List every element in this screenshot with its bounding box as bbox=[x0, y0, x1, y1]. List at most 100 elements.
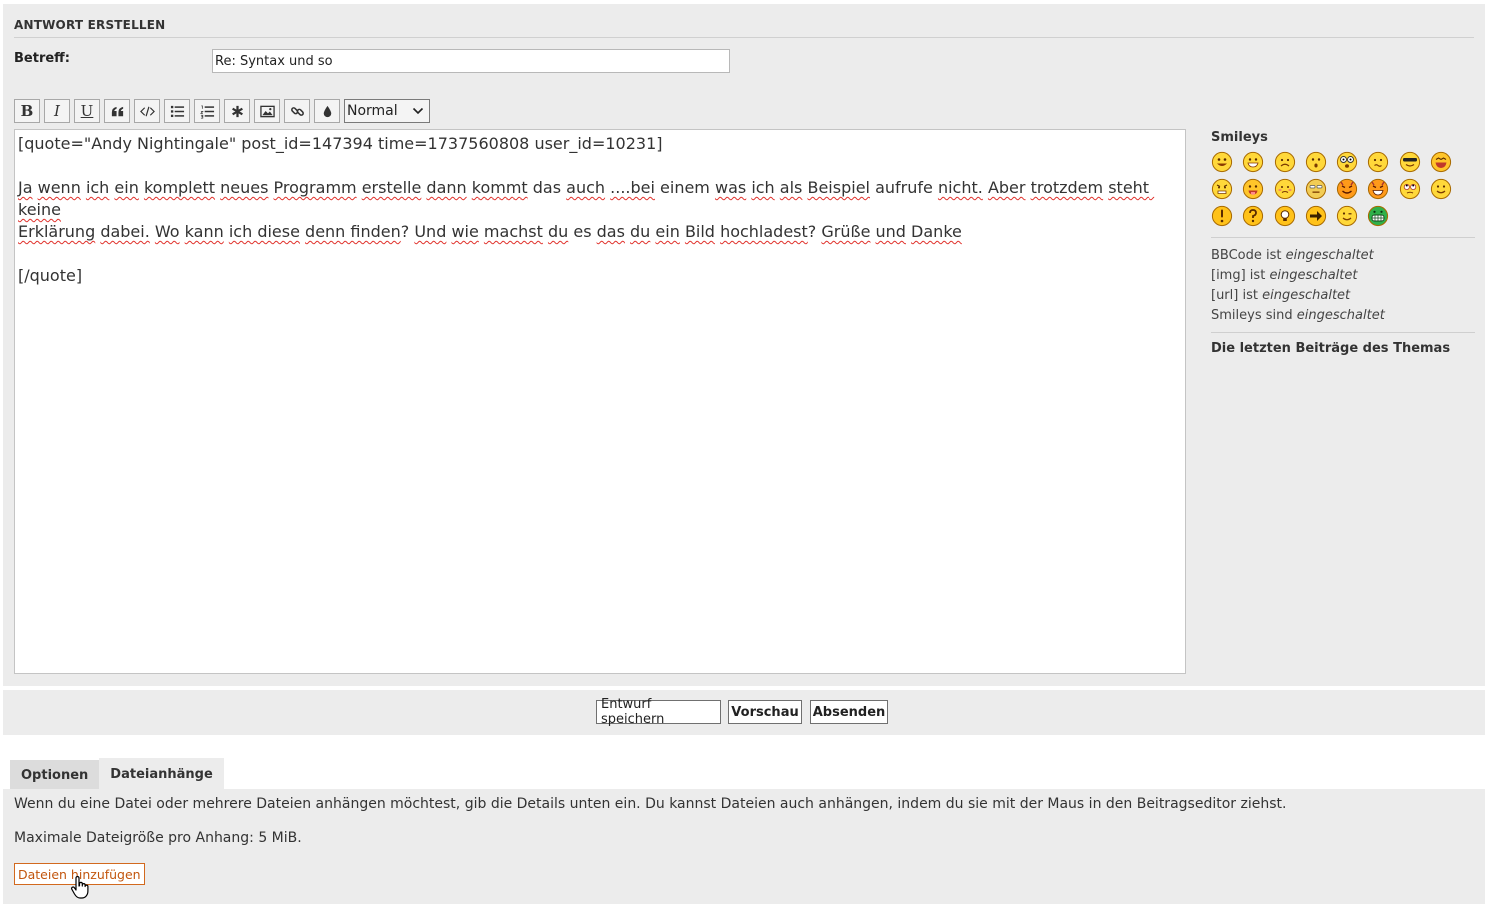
editor-word: ....bei bbox=[610, 178, 655, 197]
smile-wide-smiley-icon[interactable] bbox=[1242, 151, 1264, 173]
editor-word: nicht. bbox=[937, 178, 983, 197]
posting-tabs: Optionen Dateianhänge bbox=[10, 758, 224, 790]
link-button[interactable] bbox=[284, 99, 310, 123]
editor-word: ich bbox=[751, 178, 775, 197]
max-file-size: Maximale Dateigröße pro Anhang: 5 MiB. bbox=[14, 830, 302, 846]
editor-word: kommt bbox=[471, 178, 528, 197]
smiley-grid bbox=[1211, 151, 1475, 227]
question-smiley-icon[interactable] bbox=[1242, 205, 1264, 227]
editor-word: ein bbox=[114, 178, 139, 197]
editor-word: trotzdem bbox=[1030, 178, 1104, 197]
bold-button[interactable]: B bbox=[14, 99, 40, 123]
tab-attachments[interactable]: Dateianhänge bbox=[99, 758, 224, 790]
sidebar-divider bbox=[1211, 332, 1475, 333]
list-item-button[interactable] bbox=[224, 99, 250, 123]
bbcode-status-label: BBCode ist bbox=[1211, 248, 1282, 263]
editor-word: Wo bbox=[154, 222, 180, 241]
message-textarea[interactable]: [quote="Andy Nightingale" post_id=147394… bbox=[14, 129, 1186, 674]
razz-smiley-icon[interactable] bbox=[1242, 178, 1264, 200]
mad-smiley-icon[interactable] bbox=[1211, 178, 1233, 200]
tab-options[interactable]: Optionen bbox=[10, 760, 100, 790]
neutral-smiley-icon[interactable] bbox=[1305, 178, 1327, 200]
bbcode-toolbar: B I U Normal bbox=[14, 99, 430, 125]
editor-word: Aber bbox=[987, 178, 1026, 197]
editor-word: hochladest bbox=[720, 222, 808, 241]
link-icon bbox=[290, 106, 304, 116]
confused-smiley-icon[interactable] bbox=[1367, 151, 1389, 173]
editor-word: und bbox=[875, 222, 906, 241]
underline-icon: U bbox=[80, 102, 94, 120]
font-size-value: Normal bbox=[347, 103, 398, 119]
editor-word: ein bbox=[655, 222, 680, 241]
surprised-smiley-icon[interactable] bbox=[1305, 151, 1327, 173]
bold-icon: B bbox=[20, 102, 34, 120]
bbcode-status-state: eingeschaltet bbox=[1285, 248, 1374, 263]
arrow-smiley-icon[interactable] bbox=[1305, 205, 1327, 227]
twisted-evil-smiley-icon[interactable] bbox=[1367, 178, 1389, 200]
rolling-eyes-smiley-icon[interactable] bbox=[1399, 178, 1421, 200]
exclaim-smiley-icon[interactable] bbox=[1211, 205, 1233, 227]
img-status-label: [img] ist bbox=[1211, 268, 1266, 283]
editor-word: komplett bbox=[143, 178, 216, 197]
sidebar-divider bbox=[1211, 237, 1475, 238]
italic-button[interactable]: I bbox=[44, 99, 70, 123]
hand-cursor-icon bbox=[71, 876, 89, 899]
evil-smiley-icon[interactable] bbox=[1336, 178, 1358, 200]
green-grin-smiley-icon[interactable] bbox=[1367, 205, 1389, 227]
editor-word: dabei. bbox=[100, 222, 150, 241]
quote-icon bbox=[111, 106, 123, 116]
posting-panel: ANTWORT ERSTELLEN Betreff: B I U bbox=[3, 4, 1485, 686]
submit-buttons-bar: Entwurf speichern Vorschau Absenden bbox=[3, 690, 1485, 735]
list-button[interactable] bbox=[164, 99, 190, 123]
quote-button[interactable] bbox=[104, 99, 130, 123]
subject-label: Betreff: bbox=[14, 51, 70, 66]
laughing-smiley-icon[interactable] bbox=[1430, 151, 1452, 173]
recent-posts-link[interactable]: Die letzten Beiträge des Themas bbox=[1211, 341, 1475, 356]
preview-button[interactable]: Vorschau bbox=[728, 700, 802, 724]
color-button[interactable] bbox=[314, 99, 340, 123]
editor-line: [quote="Andy Nightingale" post_id=147394… bbox=[18, 134, 663, 153]
section-title: ANTWORT ERSTELLEN bbox=[14, 18, 166, 32]
editor-word: Programm bbox=[273, 178, 357, 197]
editor-word: Bild bbox=[684, 222, 715, 241]
img-status-state: eingeschaltet bbox=[1269, 268, 1358, 283]
embarrassed-smiley-icon[interactable] bbox=[1274, 178, 1296, 200]
editor-word: Beispiel bbox=[807, 178, 870, 197]
smileys-title: Smileys bbox=[1211, 130, 1268, 145]
color-drop-icon bbox=[323, 105, 331, 117]
cool-smiley-icon[interactable] bbox=[1399, 151, 1421, 173]
bulleted-list-icon bbox=[170, 105, 184, 117]
wink-smiley-icon[interactable] bbox=[1336, 205, 1358, 227]
very-happy-smiley-icon[interactable] bbox=[1211, 151, 1233, 173]
asterisk-icon bbox=[231, 105, 243, 117]
attachments-info: Wenn du eine Datei oder mehrere Dateien … bbox=[14, 796, 1287, 812]
editor-word: kann bbox=[184, 222, 224, 241]
title-divider bbox=[14, 37, 1474, 38]
editor-word: dann bbox=[426, 178, 467, 197]
font-size-select[interactable]: Normal bbox=[344, 99, 430, 123]
smileys-status-state: eingeschaltet bbox=[1296, 308, 1385, 323]
code-button[interactable] bbox=[134, 99, 160, 123]
image-button[interactable] bbox=[254, 99, 280, 123]
editor-word: das bbox=[527, 178, 567, 197]
editor-word: denn finden bbox=[305, 222, 401, 241]
editor-word: Danke bbox=[911, 222, 962, 241]
editor-word: machst bbox=[483, 222, 543, 241]
idea-smiley-icon[interactable] bbox=[1274, 205, 1296, 227]
editor-line: [/quote] bbox=[18, 266, 83, 285]
sad-smiley-icon[interactable] bbox=[1274, 151, 1296, 173]
subject-input[interactable] bbox=[212, 49, 730, 73]
editor-word: wenn bbox=[37, 178, 81, 197]
editor-line: Ja wenn ich ein komplett neues Programm … bbox=[18, 178, 1155, 241]
url-status-state: eingeschaltet bbox=[1262, 288, 1351, 303]
underline-button[interactable]: U bbox=[74, 99, 100, 123]
url-status: [url] ist eingeschaltet bbox=[1211, 286, 1475, 306]
editor-word: neues bbox=[220, 178, 269, 197]
attachments-panel: Wenn du eine Datei oder mehrere Dateien … bbox=[3, 789, 1485, 904]
submit-button[interactable]: Absenden bbox=[810, 700, 888, 724]
ordered-list-button[interactable] bbox=[194, 99, 220, 123]
shocked-smiley-icon[interactable] bbox=[1336, 151, 1358, 173]
smile-smiley-icon[interactable] bbox=[1430, 178, 1452, 200]
save-draft-button[interactable]: Entwurf speichern bbox=[596, 697, 721, 727]
editor-word: wie bbox=[451, 222, 479, 241]
